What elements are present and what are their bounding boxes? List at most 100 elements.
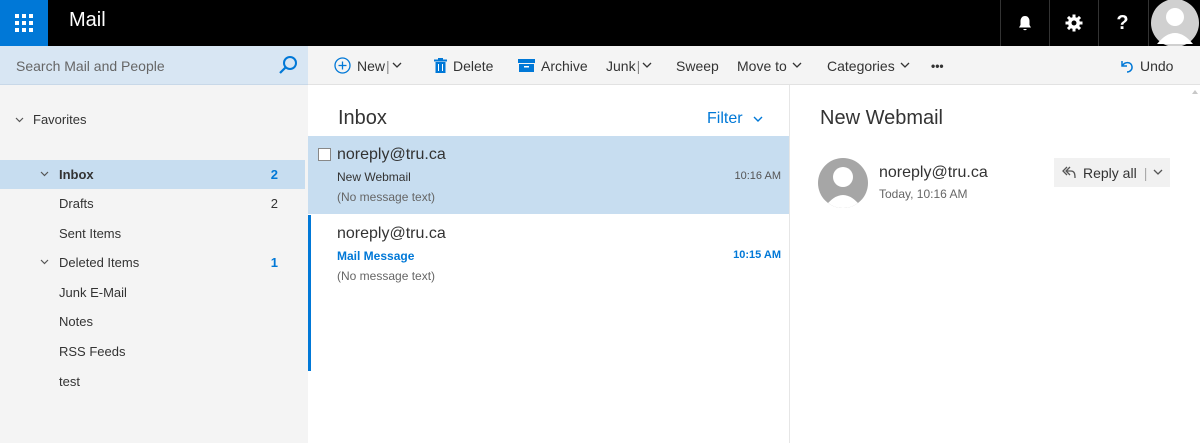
list-item[interactable]: noreply@tru.ca Mail Message (No message … xyxy=(308,215,789,293)
message-sender: noreply@tru.ca xyxy=(337,146,446,163)
divider: | xyxy=(1143,164,1148,181)
sweep-label: Sweep xyxy=(676,57,719,74)
chevron-down-icon xyxy=(753,116,763,122)
person-icon xyxy=(824,167,862,208)
junk-label: Junk xyxy=(606,57,636,74)
chevron-down-icon xyxy=(792,62,802,68)
sidebar-item-label: RSS Feeds xyxy=(59,344,126,359)
filter-button[interactable]: Filter xyxy=(707,110,763,128)
sidebar-item-sent-items[interactable]: Sent Items xyxy=(0,219,305,248)
archive-button[interactable]: Archive xyxy=(518,46,588,85)
sidebar-item-rss-feeds[interactable]: RSS Feeds xyxy=(0,337,305,366)
chevron-down-icon[interactable] xyxy=(1153,169,1163,176)
reply-all-icon xyxy=(1062,166,1076,179)
move-to-button[interactable]: Move to xyxy=(737,46,802,85)
list-item[interactable]: noreply@tru.ca New Webmail (No message t… xyxy=(308,136,789,214)
message-sender: noreply@tru.ca xyxy=(337,225,446,242)
sidebar-item-label: Sent Items xyxy=(59,226,122,241)
sidebar-item-junk-email[interactable]: Junk E-Mail xyxy=(0,278,305,307)
sidebar-item-label: Drafts xyxy=(59,196,94,211)
sender-name[interactable]: noreply@tru.ca xyxy=(879,164,988,182)
divider: | xyxy=(636,57,641,74)
sidebar-item-inbox[interactable]: Inbox 2 xyxy=(0,160,305,189)
gear-icon xyxy=(1065,14,1082,32)
sweep-button[interactable]: Sweep xyxy=(676,46,719,85)
message-preview: (No message text) xyxy=(337,269,436,283)
message-list: Inbox Filter noreply@tru.ca New Webmail … xyxy=(308,85,790,443)
sidebar-item-deleted-items[interactable]: Deleted Items 1 xyxy=(0,248,305,277)
sidebar-item-label: Deleted Items xyxy=(59,255,140,270)
folder-pane: Favorites Inbox 2 Drafts 2 Sent Items De… xyxy=(0,85,308,443)
selection-indicator xyxy=(308,293,311,371)
reply-all-label: Reply all xyxy=(1083,164,1137,181)
chevron-down-icon xyxy=(15,117,24,123)
undo-button[interactable]: Undo xyxy=(1119,46,1173,85)
junk-button[interactable]: Junk | xyxy=(606,46,658,85)
plus-circle-icon xyxy=(334,57,351,74)
app-launcher-button[interactable] xyxy=(0,0,48,46)
chevron-down-icon xyxy=(40,259,49,265)
message-date: Today, 10:16 AM xyxy=(879,187,968,201)
select-checkbox[interactable] xyxy=(318,148,331,161)
archive-label: Archive xyxy=(541,57,588,74)
chevron-down-icon xyxy=(40,171,49,177)
move-to-label: Move to xyxy=(737,57,787,74)
categories-button[interactable]: Categories xyxy=(827,46,910,85)
sidebar-item-test[interactable]: test xyxy=(0,367,305,396)
reply-all-button[interactable]: Reply all | xyxy=(1054,158,1170,187)
help-icon: ? xyxy=(1116,11,1129,34)
message-time: 10:15 AM xyxy=(733,249,781,261)
search-placeholder: Search Mail and People xyxy=(16,58,165,74)
trash-icon xyxy=(434,58,447,73)
archive-icon xyxy=(518,59,535,72)
new-label: New xyxy=(357,57,386,74)
app-launcher-icon xyxy=(15,14,33,32)
app-title: Mail xyxy=(69,9,106,31)
sidebar-item-label: Notes xyxy=(59,314,93,329)
message-preview: (No message text) xyxy=(337,190,436,204)
message-title: New Webmail xyxy=(820,107,943,129)
delete-label: Delete xyxy=(453,57,494,74)
sidebar-item-label: Junk E-Mail xyxy=(59,285,127,300)
categories-label: Categories xyxy=(827,57,895,74)
unread-count: 2 xyxy=(270,167,278,182)
scroll-up-icon xyxy=(1192,90,1198,94)
command-bar: New | Delete Archive Junk | Sweep Move t… xyxy=(308,46,1200,85)
item-count: 2 xyxy=(270,196,278,211)
message-subject: Mail Message xyxy=(337,249,415,263)
sidebar-item-notes[interactable]: Notes xyxy=(0,307,305,336)
favorites-label: Favorites xyxy=(33,112,87,127)
message-time: 10:16 AM xyxy=(734,170,781,182)
chevron-down-icon[interactable] xyxy=(642,62,652,69)
help-button[interactable]: ? xyxy=(1098,0,1146,46)
user-avatar-icon xyxy=(1151,0,1199,46)
search-icon[interactable] xyxy=(278,55,298,75)
chevron-down-icon xyxy=(900,62,910,68)
bell-icon xyxy=(1018,15,1031,30)
unread-indicator xyxy=(308,215,311,293)
undo-label: Undo xyxy=(1140,57,1174,74)
unread-count: 1 xyxy=(270,255,278,270)
settings-button[interactable] xyxy=(1049,0,1097,46)
list-title: Inbox xyxy=(338,107,387,129)
sidebar-item-drafts[interactable]: Drafts 2 xyxy=(0,189,305,218)
message-subject: New Webmail xyxy=(337,170,411,184)
search-input[interactable]: Search Mail and People xyxy=(0,46,308,85)
user-avatar[interactable] xyxy=(1148,0,1200,46)
reading-scrollbar[interactable] xyxy=(1190,85,1200,443)
notifications-button[interactable] xyxy=(1000,0,1048,46)
top-bar: Mail ? xyxy=(0,0,1200,46)
undo-icon xyxy=(1121,60,1133,73)
sidebar-item-label: Inbox xyxy=(59,167,94,182)
new-button[interactable]: New | xyxy=(334,46,408,85)
favorites-header[interactable]: Favorites xyxy=(0,105,305,134)
chevron-down-icon[interactable] xyxy=(392,62,402,69)
sidebar-item-label: test xyxy=(59,374,80,389)
filter-label: Filter xyxy=(706,110,743,127)
more-actions-button[interactable]: ••• xyxy=(931,46,944,85)
reading-pane: New Webmail noreply@tru.ca Today, 10:16 … xyxy=(790,85,1200,443)
divider: | xyxy=(386,57,390,74)
delete-button[interactable]: Delete xyxy=(434,46,493,85)
sender-avatar xyxy=(818,158,868,208)
more-icon: ••• xyxy=(931,58,944,73)
